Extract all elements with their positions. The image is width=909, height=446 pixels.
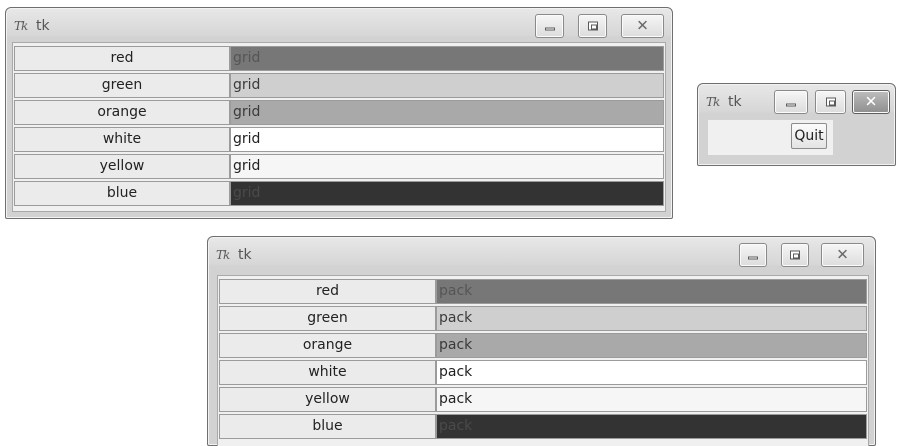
- color-label: orange: [219, 333, 436, 358]
- minimize-icon: [748, 256, 758, 260]
- maximize-icon: [825, 97, 836, 107]
- table-row: blue grid: [13, 180, 665, 206]
- table-row: blue pack: [218, 413, 868, 439]
- color-entry[interactable]: pack: [436, 306, 867, 331]
- tk-app-icon: Tk: [216, 248, 230, 262]
- grid-window: Tk tk ✕ red grid green grid orange grid white g…: [5, 7, 673, 219]
- minimize-button[interactable]: [535, 14, 564, 38]
- color-entry[interactable]: pack: [436, 279, 867, 304]
- window-title: tk: [728, 94, 742, 110]
- color-label: green: [14, 73, 230, 98]
- color-label: red: [14, 46, 230, 71]
- close-icon: ✕: [636, 16, 649, 35]
- color-entry[interactable]: pack: [436, 333, 867, 358]
- color-label: yellow: [14, 154, 230, 179]
- color-entry[interactable]: grid: [230, 100, 664, 125]
- title-bar[interactable]: Tk tk ✕: [698, 84, 895, 114]
- color-label: green: [219, 306, 436, 331]
- tk-app-icon: Tk: [14, 19, 28, 33]
- tk-app-icon: Tk: [706, 95, 720, 109]
- color-label: white: [14, 127, 230, 152]
- color-entry[interactable]: pack: [436, 387, 867, 412]
- window-title: tk: [238, 247, 252, 263]
- color-label: yellow: [219, 387, 436, 412]
- close-button[interactable]: ✕: [821, 243, 864, 267]
- close-button[interactable]: ✕: [621, 14, 664, 38]
- color-label: white: [219, 360, 436, 385]
- table-row: yellow pack: [218, 386, 868, 412]
- close-button[interactable]: ✕: [852, 90, 890, 114]
- color-entry[interactable]: grid: [230, 73, 664, 98]
- minimize-icon: [544, 27, 555, 31]
- quit-button[interactable]: Quit: [791, 123, 827, 149]
- color-label: blue: [14, 181, 230, 206]
- quit-window: Tk tk ✕ Quit: [697, 83, 896, 166]
- color-entry[interactable]: pack: [436, 360, 867, 385]
- pack-window: Tk tk ✕ red pack green pack orange pack white p…: [207, 236, 876, 446]
- table-row: white grid: [13, 126, 665, 152]
- maximize-button[interactable]: [578, 14, 607, 38]
- color-entry[interactable]: grid: [230, 127, 664, 152]
- table-row: orange grid: [13, 99, 665, 125]
- table-row: green grid: [13, 72, 665, 98]
- table-row: red pack: [218, 278, 868, 304]
- maximize-icon: [790, 250, 800, 260]
- quit-client-area: Quit: [708, 120, 833, 155]
- table-row: yellow grid: [13, 153, 665, 179]
- title-bar[interactable]: Tk tk ✕: [6, 8, 672, 38]
- close-icon: ✕: [836, 245, 849, 264]
- color-entry[interactable]: grid: [230, 154, 664, 179]
- minimize-button[interactable]: [774, 90, 808, 114]
- color-entry[interactable]: grid: [230, 181, 664, 206]
- table-row: green pack: [218, 305, 868, 331]
- maximize-button[interactable]: [815, 90, 846, 114]
- minimize-button[interactable]: [739, 243, 767, 267]
- grid-client-area: red grid green grid orange grid white grid yello…: [12, 42, 666, 212]
- maximize-icon: [587, 21, 598, 31]
- title-bar[interactable]: Tk tk ✕: [208, 237, 875, 267]
- color-label: blue: [219, 414, 436, 439]
- color-label: red: [219, 279, 436, 304]
- close-icon: ✕: [864, 92, 878, 111]
- color-entry[interactable]: pack: [436, 414, 867, 439]
- color-label: orange: [14, 100, 230, 125]
- pack-client-area: red pack green pack orange pack white pack yello…: [217, 275, 869, 446]
- table-row: red grid: [13, 45, 665, 71]
- table-row: white pack: [218, 359, 868, 385]
- color-entry[interactable]: grid: [230, 46, 664, 71]
- window-title: tk: [36, 18, 50, 34]
- maximize-button[interactable]: [781, 243, 809, 267]
- minimize-icon: [786, 103, 796, 107]
- table-row: orange pack: [218, 332, 868, 358]
